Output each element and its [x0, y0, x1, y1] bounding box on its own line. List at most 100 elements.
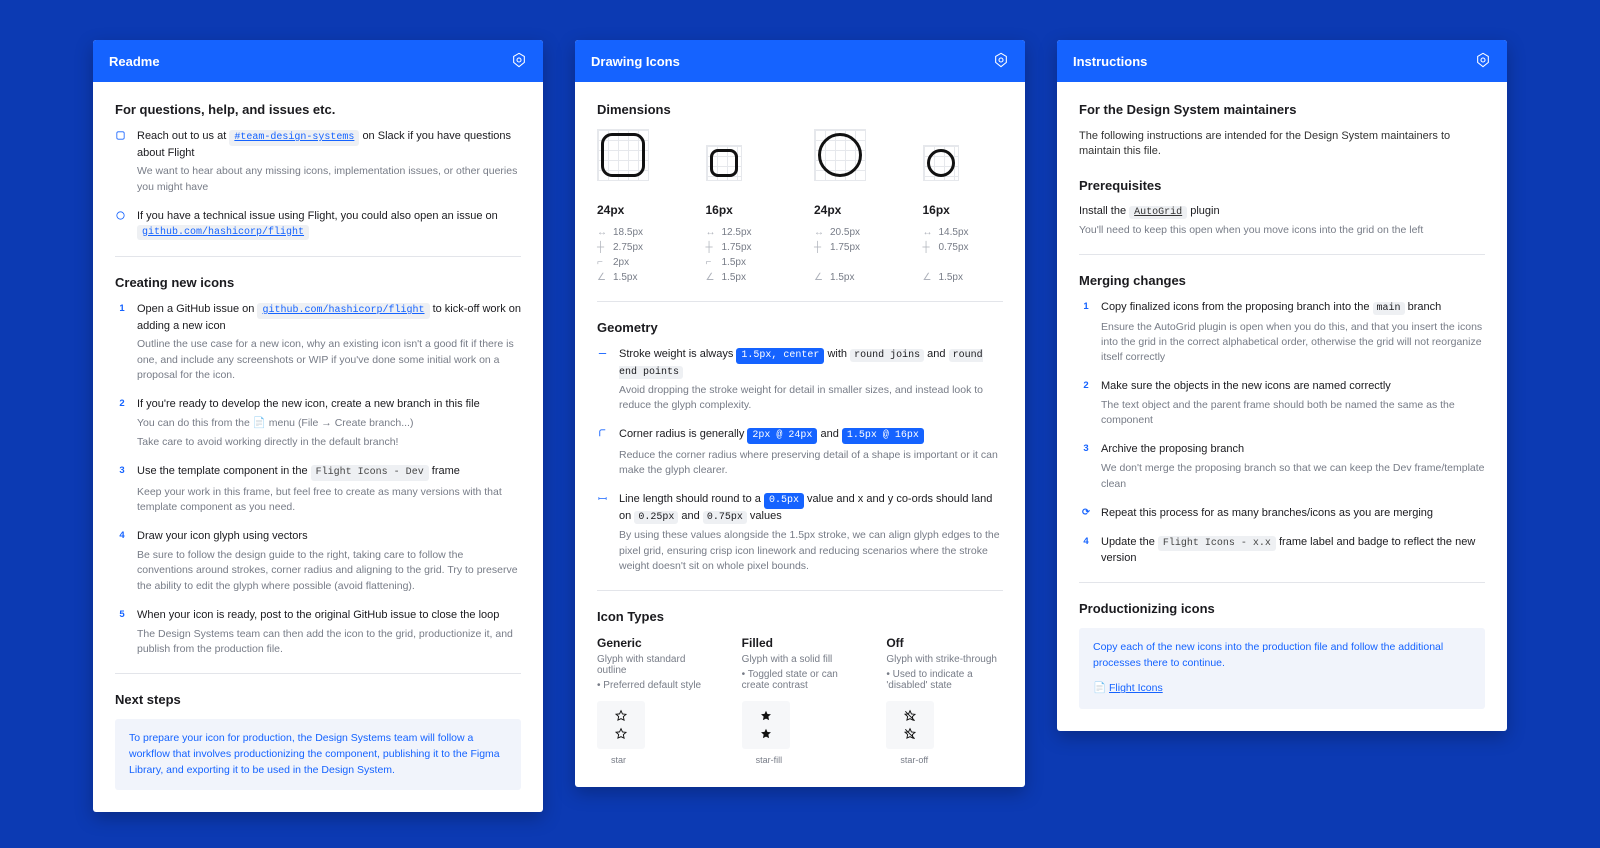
- frame-chip: Flight Icons - Dev: [311, 465, 429, 481]
- panel-title: Drawing Icons: [591, 54, 680, 69]
- icon-sample-generic: [597, 701, 645, 749]
- section-heading: Merging changes: [1079, 273, 1485, 288]
- type-kind: Glyph with standard outline: [597, 654, 714, 676]
- callout-productionizing: Copy each of the new icons into the prod…: [1079, 628, 1485, 709]
- dim-label: 16px: [706, 203, 787, 217]
- step-title: Open a GitHub issue on github.com/hashic…: [137, 302, 521, 333]
- step-desc: Keep your work in this frame, but feel f…: [137, 485, 521, 515]
- star-fill-icon: [759, 709, 773, 723]
- types-row: Generic Glyph with standard outline • Pr…: [597, 636, 1003, 765]
- geometry-desc: By using these values alongside the 1.5p…: [619, 528, 1003, 574]
- question-line: If you have a technical issue using Flig…: [137, 209, 521, 240]
- section-heading: Productionizing icons: [1079, 601, 1485, 616]
- hexagon-icon: [1475, 52, 1491, 71]
- icon-sample-filled: [742, 701, 790, 749]
- step-number: 2: [115, 397, 129, 409]
- panel-header: Instructions: [1057, 40, 1507, 82]
- type-name: star: [597, 755, 714, 765]
- type-heading: Off: [886, 636, 1003, 650]
- dimensions-row: [597, 129, 1003, 191]
- section-heading: Next steps: [115, 692, 521, 707]
- step-title: When your icon is ready, post to the ori…: [137, 608, 521, 623]
- spec-list: ↔18.5px ┼2.75px ⌐2px ∠1.5px: [597, 225, 678, 285]
- step-title: Copy finalized icons from the proposing …: [1101, 300, 1485, 316]
- step-desc: Outline the use case for a new icon, why…: [137, 337, 521, 383]
- geometry-rule: Corner radius is generally 2px @ 24px an…: [619, 427, 1003, 444]
- value-badge: 1.5px, center: [736, 348, 824, 364]
- section-heading: For the Design System maintainers: [1079, 102, 1485, 117]
- geometry-desc: Reduce the corner radius where preservin…: [619, 448, 1003, 478]
- autogrid-plugin-chip[interactable]: AutoGrid: [1129, 206, 1187, 219]
- github-repo-chip[interactable]: github.com/hashicorp/flight: [257, 303, 429, 319]
- icon-sample-off: [886, 701, 934, 749]
- geometry-rule: Stroke weight is always 1.5px, center wi…: [619, 347, 1003, 379]
- section-heading: Geometry: [597, 320, 1003, 335]
- maintainers-intro: The following instructions are intended …: [1079, 129, 1485, 160]
- slack-channel-chip[interactable]: #team-design-systems: [229, 130, 359, 146]
- geometry-rule: Line length should round to a 0.5px valu…: [619, 492, 1003, 524]
- section-heading: Icon Types: [597, 609, 1003, 624]
- type-kind: Glyph with strike-through: [886, 654, 1003, 665]
- stroke-icon: [597, 347, 611, 359]
- radius-icon: [597, 427, 611, 439]
- divider: [597, 301, 1003, 302]
- divider: [115, 256, 521, 257]
- type-bullet: • Toggled state or can create contrast: [742, 669, 859, 691]
- step-title: Use the template component in the Flight…: [137, 464, 521, 481]
- divider: [597, 590, 1003, 591]
- step-number: 2: [1079, 379, 1093, 391]
- slack-icon: [115, 129, 129, 141]
- section-heading: Prerequisites: [1079, 178, 1485, 193]
- step-desc: Ensure the AutoGrid plugin is open when …: [1101, 320, 1485, 366]
- panel-instructions: Instructions For the Design System maint…: [1057, 40, 1507, 731]
- type-col-filled: Filled Glyph with a solid fill • Toggled…: [742, 636, 859, 765]
- type-heading: Generic: [597, 636, 714, 650]
- divider: [1079, 254, 1485, 255]
- value-inline: round joins: [850, 349, 924, 362]
- type-name: star-fill: [742, 755, 859, 765]
- panel-drawing-icons: Drawing Icons Dimensions: [575, 40, 1025, 787]
- hexagon-icon: [993, 52, 1009, 71]
- step-title: Update the Flight Icons - x.x frame labe…: [1101, 535, 1485, 566]
- panel-header: Readme: [93, 40, 543, 82]
- type-bullet: • Preferred default style: [597, 680, 714, 691]
- step-number: 4: [1079, 535, 1093, 547]
- value-badge: 1.5px @ 16px: [842, 428, 924, 444]
- step-title: Repeat this process for as many branches…: [1101, 506, 1485, 521]
- divider: [115, 673, 521, 674]
- dimension-col-24-circle: [814, 129, 895, 191]
- frame-chip: Flight Icons - x.x: [1158, 536, 1276, 552]
- step-number: 3: [115, 464, 129, 476]
- hexagon-icon: [511, 52, 527, 71]
- question-desc: We want to hear about any missing icons,…: [137, 164, 521, 194]
- star-off-icon: [903, 727, 917, 741]
- prereq-desc: You'll need to keep this open when you m…: [1079, 223, 1485, 238]
- spec-list: ↔20.5px ┼1.75px ⌐. ∠1.5px: [814, 225, 895, 285]
- step-number: 1: [115, 302, 129, 314]
- star-icon: [614, 727, 628, 741]
- dimension-col-16-circle: [923, 145, 1004, 191]
- step-title: Draw your icon glyph using vectors: [137, 529, 521, 544]
- section-heading: For questions, help, and issues etc.: [115, 102, 521, 117]
- section-heading: Dimensions: [597, 102, 1003, 117]
- step-number: 1: [1079, 300, 1093, 312]
- callout-next-steps: To prepare your icon for production, the…: [115, 719, 521, 790]
- type-col-generic: Generic Glyph with standard outline • Pr…: [597, 636, 714, 765]
- step-number: 4: [115, 529, 129, 541]
- spec-list: ↔12.5px ┼1.75px ⌐1.5px ∠1.5px: [706, 225, 787, 285]
- step-desc-2: Take care to avoid working directly in t…: [137, 435, 521, 450]
- panel-title: Instructions: [1073, 54, 1147, 69]
- step-title: Make sure the objects in the new icons a…: [1101, 379, 1485, 394]
- panel-readme: Readme For questions, help, and issues e…: [93, 40, 543, 812]
- step-desc: Be sure to follow the design guide to th…: [137, 548, 521, 594]
- step-desc: The Design Systems team can then add the…: [137, 627, 521, 657]
- flight-icons-link[interactable]: Flight Icons: [1109, 682, 1163, 694]
- step-title: If you're ready to develop the new icon,…: [137, 397, 521, 412]
- dim-label: 24px: [597, 203, 678, 217]
- github-repo-chip[interactable]: github.com/hashicorp/flight: [137, 225, 309, 241]
- github-icon: [115, 209, 129, 221]
- panel-header: Drawing Icons: [575, 40, 1025, 82]
- value-inline: 0.75px: [703, 511, 747, 524]
- divider: [1079, 582, 1485, 583]
- type-heading: Filled: [742, 636, 859, 650]
